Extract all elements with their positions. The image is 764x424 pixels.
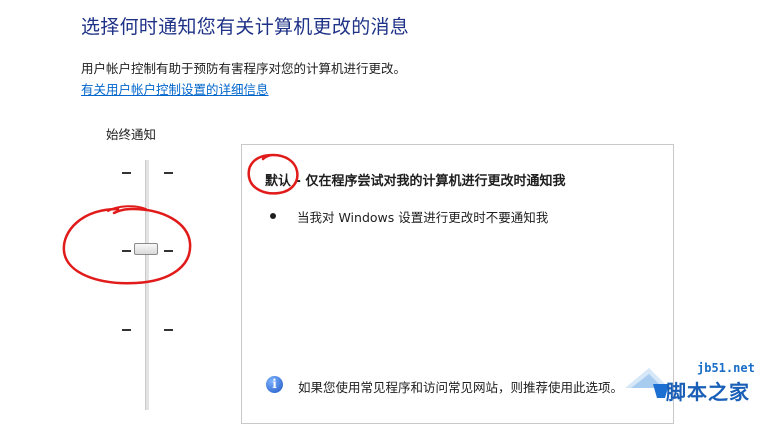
slider-track[interactable] <box>145 160 149 410</box>
annotation-circle-thumb <box>62 205 192 285</box>
watermark-logo-icon <box>625 368 669 398</box>
watermark-url: jb51.net <box>697 361 755 375</box>
slider-tick-right-3 <box>164 329 173 331</box>
slider-tick-left-1 <box>122 172 131 174</box>
page-description: 用户帐户控制有助于预防有害程序对您的计算机进行更改。 <box>81 61 407 76</box>
info-icon: i <box>266 376 283 393</box>
slider-tick-right-2 <box>164 250 173 252</box>
slider-tick-right-1 <box>164 172 173 174</box>
slider-tick-left-2 <box>122 250 131 252</box>
info-text: 如果您使用常见程序和访问常见网站，则推荐使用此选项。 <box>298 380 624 395</box>
slider-tick-left-3 <box>122 329 131 331</box>
bullet-item: 当我对 Windows 设置进行更改时不要通知我 <box>297 210 549 225</box>
bullet-icon <box>270 213 276 219</box>
level-heading: 默认 - 仅在程序尝试对我的计算机进行更改时通知我 <box>265 174 566 189</box>
slider-top-label: 始终通知 <box>106 127 157 142</box>
page-title: 选择何时通知您有关计算机更改的消息 <box>81 16 410 38</box>
slider-thumb[interactable] <box>134 243 158 255</box>
uac-details-link[interactable]: 有关用户帐户控制设置的详细信息 <box>81 79 269 98</box>
watermark-name: 脚本之家 <box>666 380 750 404</box>
